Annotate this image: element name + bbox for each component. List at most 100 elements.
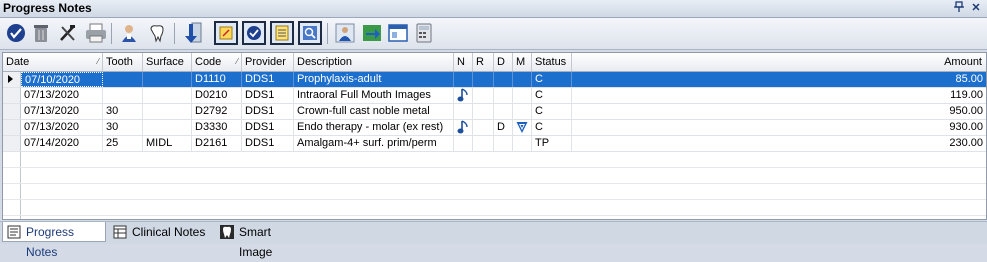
cell-r: [473, 72, 494, 87]
empty-row: [3, 168, 986, 184]
table-row[interactable]: 07/14/2020 25 MIDL D2161 DDS1 Amalgam-4+ surf…: [3, 136, 986, 152]
cell-amount: 85.00: [572, 72, 986, 87]
date-value: 07/13/2020: [24, 121, 80, 133]
note-pad-icon[interactable]: [214, 21, 238, 45]
column-header-date[interactable]: Date ⁄: [3, 53, 103, 71]
cell-n: [454, 72, 473, 87]
grid-header: Date ⁄ Tooth Surface Code ⁄ Provider Descr…: [3, 53, 986, 72]
cell-code: D1110: [192, 72, 242, 87]
column-header-status[interactable]: Status: [532, 53, 572, 71]
cell-date: 07/10/2020: [21, 72, 103, 87]
date-value: 07/14/2020: [24, 137, 80, 149]
table-row[interactable]: 07/13/2020 30 D3330 DDS1 Endo therapy - mola…: [3, 120, 986, 136]
cell-code: D2161: [192, 136, 242, 151]
column-header-provider[interactable]: Provider: [242, 53, 294, 71]
tab-label: Smart Image: [239, 225, 273, 259]
window-icon[interactable]: [386, 21, 410, 45]
tab-progress-notes[interactable]: Progress Notes: [2, 222, 106, 259]
cell-amount: 119.00: [572, 88, 986, 103]
tab-smart-image[interactable]: Smart Image: [216, 222, 312, 259]
toolbar-separator: [174, 23, 175, 44]
note-attached-icon[interactable]: [457, 88, 469, 103]
tab-label: Clinical Notes: [132, 225, 206, 239]
surface-value: MIDL: [146, 137, 173, 149]
date-value: 07/13/2020: [24, 105, 80, 117]
column-header-surface[interactable]: Surface: [143, 53, 192, 71]
cell-r: [473, 120, 494, 135]
row-selector[interactable]: [3, 136, 21, 151]
patient-icon[interactable]: [117, 21, 141, 45]
status-value: C: [535, 89, 543, 101]
cell-m: [513, 72, 532, 87]
cell-description: Prophylaxis-adult: [294, 72, 454, 87]
note-attached-icon[interactable]: [457, 120, 469, 135]
download-arrow-icon[interactable]: [181, 21, 205, 45]
printer-icon[interactable]: [84, 21, 108, 45]
date-value: 07/13/2020: [24, 89, 80, 101]
transfer-icon[interactable]: [360, 21, 384, 45]
empty-row: [3, 216, 986, 219]
check-note-icon[interactable]: [242, 21, 266, 45]
provider-value: DDS1: [245, 73, 275, 85]
table-row[interactable]: 07/13/2020 30 D2792 DDS1 Crown-full cast nob…: [3, 104, 986, 120]
approve-check-icon[interactable]: [4, 21, 28, 45]
close-icon[interactable]: ✕: [969, 1, 983, 15]
calculator-icon[interactable]: [412, 21, 436, 45]
column-header-d[interactable]: D: [494, 53, 513, 71]
cell-amount: 950.00: [572, 104, 986, 119]
row-selector[interactable]: [3, 104, 21, 119]
row-selector: [3, 168, 21, 183]
column-header-n[interactable]: N: [454, 53, 473, 71]
column-header-code[interactable]: Code ⁄: [192, 53, 242, 71]
code-value: D0210: [195, 89, 228, 101]
cell-code: D3330: [192, 120, 242, 135]
code-value: D2161: [195, 137, 228, 149]
row-selector[interactable]: [3, 120, 21, 135]
status-value: C: [535, 105, 543, 117]
row-selector[interactable]: [3, 72, 21, 87]
tab-clinical-notes[interactable]: Clinical Notes: [109, 222, 212, 242]
column-header-r[interactable]: R: [473, 53, 494, 71]
cell-n: [454, 104, 473, 119]
column-header-tooth[interactable]: Tooth: [103, 53, 143, 71]
marker-triangle-icon[interactable]: [516, 120, 528, 135]
cell-amount: 230.00: [572, 136, 986, 151]
toolbar: [0, 18, 987, 50]
table-row[interactable]: 07/10/2020 D1110 DDS1 Prophylaxis-adult C 85.…: [3, 72, 986, 88]
trash-can-icon[interactable]: [29, 21, 53, 45]
tools-icon[interactable]: [56, 21, 80, 45]
column-header-m[interactable]: M: [513, 53, 532, 71]
cell-r: [473, 136, 494, 151]
provider-value: DDS1: [245, 121, 275, 133]
cell-description: Endo therapy - molar (ex rest): [294, 120, 454, 135]
description-value: Endo therapy - molar (ex rest): [297, 121, 444, 133]
column-header-description[interactable]: Description: [294, 53, 454, 71]
row-selector[interactable]: [3, 88, 21, 103]
tooth-value: 30: [106, 105, 119, 117]
search-note-icon[interactable]: [298, 21, 322, 45]
code-value: D2792: [195, 105, 228, 117]
date-value: 07/10/2020: [25, 74, 81, 86]
column-header-amount[interactable]: Amount: [572, 53, 986, 71]
panel-title: Progress Notes: [3, 1, 92, 15]
cell-surface: [143, 72, 192, 87]
cell-n: [454, 120, 473, 135]
table-row[interactable]: 07/13/2020 D0210 DDS1 Intraoral Full Mouth …: [3, 88, 986, 104]
cell-surface: [143, 88, 192, 103]
cell-provider: DDS1: [242, 120, 294, 135]
cell-date: 07/14/2020: [21, 136, 103, 151]
amount-value: 950.00: [949, 105, 983, 117]
list-note-icon[interactable]: [270, 21, 294, 45]
tooth-value: 25: [106, 137, 119, 149]
status-value: C: [535, 73, 543, 85]
cell-d: [494, 72, 513, 87]
description-value: Crown-full cast noble metal: [297, 105, 430, 117]
provider-value: DDS1: [245, 105, 275, 117]
status-value: C: [535, 121, 543, 133]
description-value: Amalgam-4+ surf. prim/perm: [297, 137, 437, 149]
pin-icon[interactable]: [952, 1, 966, 15]
provider-icon[interactable]: [333, 21, 357, 45]
cell-surface: MIDL: [143, 136, 192, 151]
tooth-icon[interactable]: [145, 21, 169, 45]
cell-tooth: 30: [103, 120, 143, 135]
